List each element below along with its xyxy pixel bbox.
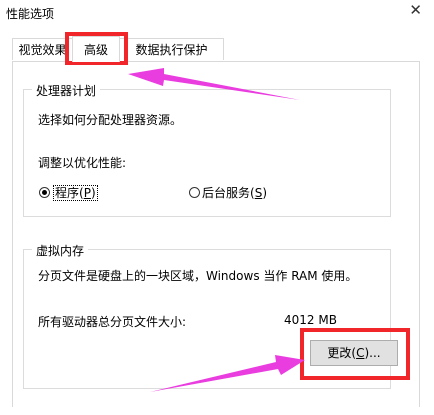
tab-strip: 视觉效果 高级 数据执行保护 bbox=[0, 36, 434, 62]
radio-programs-label[interactable]: 程序(P) bbox=[53, 184, 98, 201]
window-title: 性能选项 bbox=[6, 7, 55, 21]
dialog-bottom-edge bbox=[0, 407, 434, 415]
tab-data-execution-prevention[interactable]: 数据执行保护 bbox=[119, 38, 224, 60]
total-paging-file-value: 4012 MB bbox=[284, 313, 337, 327]
adjust-performance-label: 调整以优化性能: bbox=[38, 156, 127, 170]
radio-programs-indicator[interactable] bbox=[39, 187, 50, 198]
virtual-memory-description: 分页文件是硬盘上的一块区域，Windows 当作 RAM 使用。 bbox=[38, 269, 358, 283]
performance-options-dialog: 性能选项 ✕ 视觉效果 高级 数据执行保护 处理器计划 选择如何分配处理器资源。… bbox=[0, 0, 434, 415]
radio-background-services-indicator[interactable] bbox=[189, 187, 200, 198]
close-icon[interactable]: ✕ bbox=[409, 1, 422, 19]
total-paging-file-label: 所有驱动器总分页文件大小: bbox=[38, 315, 187, 329]
tab-visual-effects[interactable]: 视觉效果 bbox=[12, 38, 73, 60]
processor-scheduling-legend: 处理器计划 bbox=[32, 82, 101, 99]
radio-background-services-label[interactable]: 后台服务(S) bbox=[202, 184, 267, 201]
tab-advanced[interactable]: 高级 bbox=[72, 36, 120, 62]
virtual-memory-legend: 虚拟内存 bbox=[32, 242, 89, 259]
change-button[interactable]: 更改(C)... bbox=[310, 340, 398, 366]
processor-description: 选择如何分配处理器资源。 bbox=[38, 113, 183, 127]
